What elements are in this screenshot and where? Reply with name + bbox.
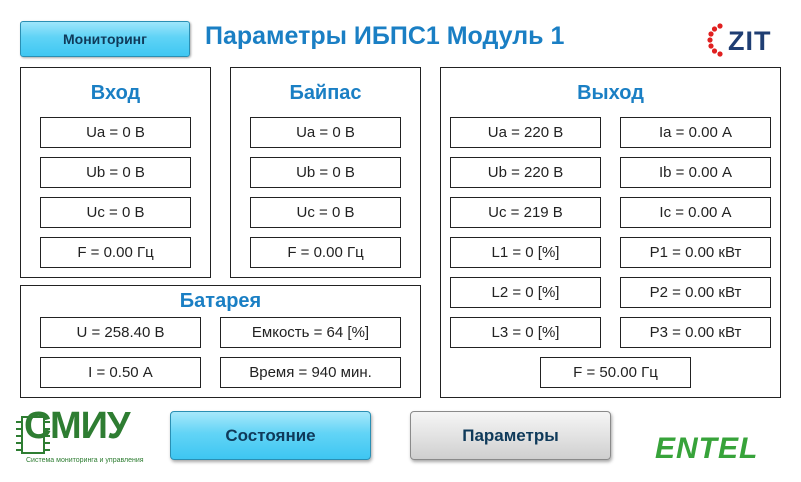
entel-logo: ENTEL [655,432,759,465]
monitoring-button[interactable]: Мониторинг [20,21,190,57]
battery-capacity-value: Емкость = 64 [%] [220,317,401,348]
output-uc-value: Uc = 219 В [450,197,601,228]
battery-panel-title: Батарея [179,290,262,312]
bypass-ub-value: Ub = 0 В [250,157,401,188]
input-ub-value: Ub = 0 В [40,157,191,188]
bypass-ua-value: Ua = 0 В [250,117,401,148]
output-ia-value: Ia = 0.00 А [620,117,771,148]
page-title: Параметры ИБПС1 Модуль 1 [205,21,565,50]
zit-logo: ZIT [706,22,788,62]
output-l3-value: L3 = 0 [%] [450,317,601,348]
battery-time-value: Время = 940 мин. [220,357,401,388]
input-f-value: F = 0.00 Гц [40,237,191,268]
output-panel-title: Выход [577,82,644,104]
output-ib-value: Ib = 0.00 А [620,157,771,188]
battery-current-value: I = 0.50 А [40,357,201,388]
smiu-logo-subtitle: Система мониторинга и управления [26,457,144,464]
state-button[interactable]: Состояние [170,411,371,460]
bypass-panel-title: Байпас [289,82,362,104]
battery-voltage-value: U = 258.40 В [40,317,201,348]
smiu-logo: СМИУ Система мониторинга и управления [14,405,154,467]
output-ub-value: Ub = 220 В [450,157,601,188]
output-p2-value: P2 = 0.00 кВт [620,277,771,308]
smiu-logo-text: СМИУ [24,405,131,447]
zit-logo-text: ZIT [728,26,772,56]
battery-panel: Батарея U = 258.40 В Емкость = 64 [%] I … [20,285,421,398]
output-f-value: F = 50.00 Гц [540,357,691,388]
output-p1-value: P1 = 0.00 кВт [620,237,771,268]
output-ic-value: Ic = 0.00 А [620,197,771,228]
bypass-panel: Байпас Ua = 0 В Ub = 0 В Uc = 0 В F = 0.… [230,67,421,278]
output-l1-value: L1 = 0 [%] [450,237,601,268]
output-ua-value: Ua = 220 В [450,117,601,148]
input-panel: Вход Ua = 0 В Ub = 0 В Uc = 0 В F = 0.00… [20,67,211,278]
output-p3-value: P3 = 0.00 кВт [620,317,771,348]
output-l2-value: L2 = 0 [%] [450,277,601,308]
parameters-button[interactable]: Параметры [410,411,611,460]
bypass-f-value: F = 0.00 Гц [250,237,401,268]
input-panel-title: Вход [90,82,141,104]
input-ua-value: Ua = 0 В [40,117,191,148]
input-uc-value: Uc = 0 В [40,197,191,228]
bypass-uc-value: Uc = 0 В [250,197,401,228]
output-panel: Выход Ua = 220 В Ub = 220 В Uc = 219 В L… [440,67,781,398]
